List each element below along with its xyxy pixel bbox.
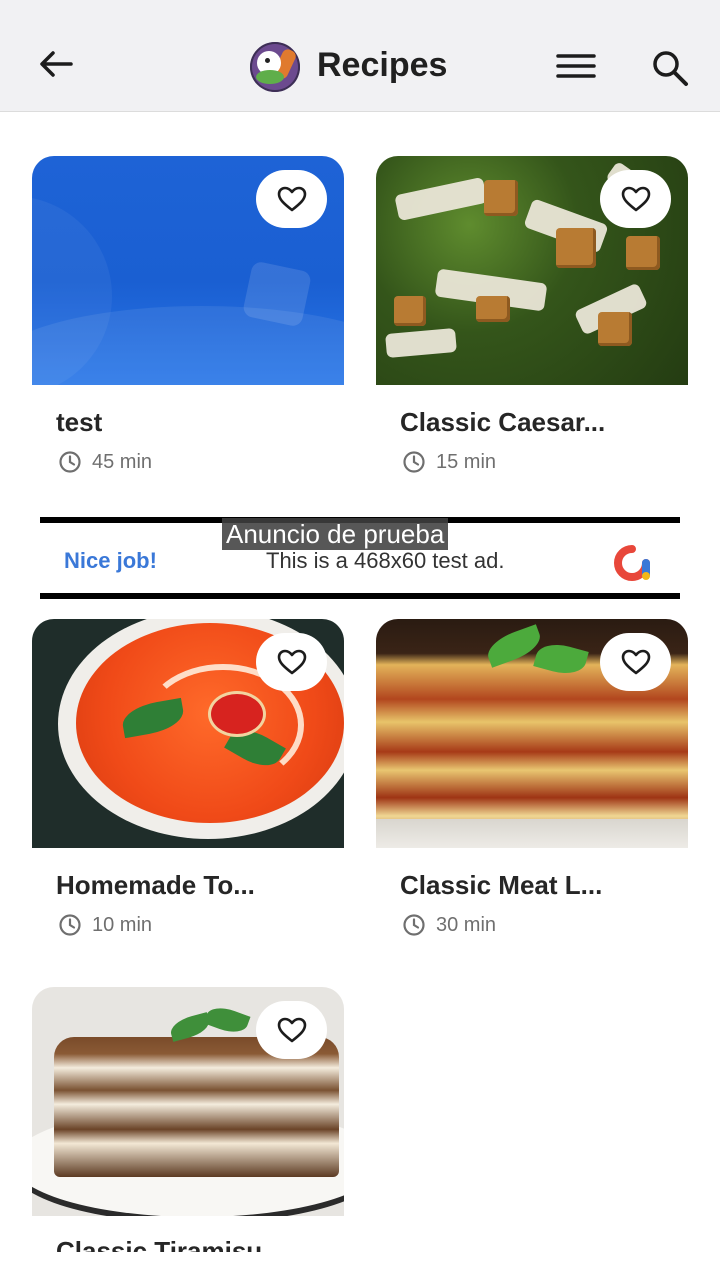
heart-icon [277,186,306,212]
recipe-image [32,156,344,385]
favorite-button[interactable] [600,170,671,228]
recipe-title: Classic Caesar... [400,407,606,437]
favorite-button[interactable] [256,633,327,691]
favorite-button[interactable] [600,633,671,691]
recipe-time: 15 min [402,450,688,474]
clock-icon [59,451,81,473]
clock-icon [403,914,425,936]
recipe-image [376,156,688,385]
heart-icon [277,1017,306,1043]
recipe-card[interactable]: Classic Meat L... 30 min [376,619,688,937]
heart-icon [621,649,650,675]
recipe-time: 45 min [58,450,344,474]
status-bar [0,0,720,8]
recipe-title-partial: Classic Tiramisu [56,1238,336,1252]
ad-headline: Nice job! [64,548,157,573]
recipe-card[interactable] [32,987,344,1216]
recipe-image [376,619,688,848]
recipe-card[interactable]: test 45 min [32,156,344,474]
bottom-edge [0,1252,720,1280]
recipe-time: 10 min [58,913,344,937]
heart-icon [621,186,650,212]
recipe-image [32,619,344,848]
recipe-time-value: 15 min [436,450,497,473]
heart-icon [277,649,306,675]
app-bar: Recipes [0,8,720,112]
ad-body: This is a 468x60 test ad. [266,548,505,573]
arrow-left-icon [40,51,73,77]
search-icon [653,51,688,86]
back-button[interactable] [34,44,78,84]
favorite-button[interactable] [256,1001,327,1059]
recipe-title: test [56,407,103,437]
recipe-time: 30 min [402,913,688,937]
recipe-title: Classic Tiramisu [56,1238,336,1252]
clock-icon [403,451,425,473]
app-logo [250,42,300,92]
recipe-time-value: 45 min [92,450,153,473]
hamburger-menu-icon [556,54,596,78]
recipe-time-value: 30 min [436,913,497,936]
favorite-button[interactable] [256,170,327,228]
recipe-title: Homemade To... [56,870,255,900]
ads-logo-icon [614,545,650,581]
recipe-card[interactable]: Homemade To... 10 min [32,619,344,937]
page-title: Recipes [317,46,448,84]
recipe-image [32,987,344,1216]
menu-button[interactable] [552,48,600,84]
search-button[interactable] [648,46,692,90]
recipe-card[interactable]: Classic Caesar... 15 min [376,156,688,474]
ad-test-label: Anuncio de prueba [222,518,449,550]
recipe-title: Classic Meat L... [400,870,603,900]
clock-icon [59,914,81,936]
recipe-time-value: 10 min [92,913,153,936]
